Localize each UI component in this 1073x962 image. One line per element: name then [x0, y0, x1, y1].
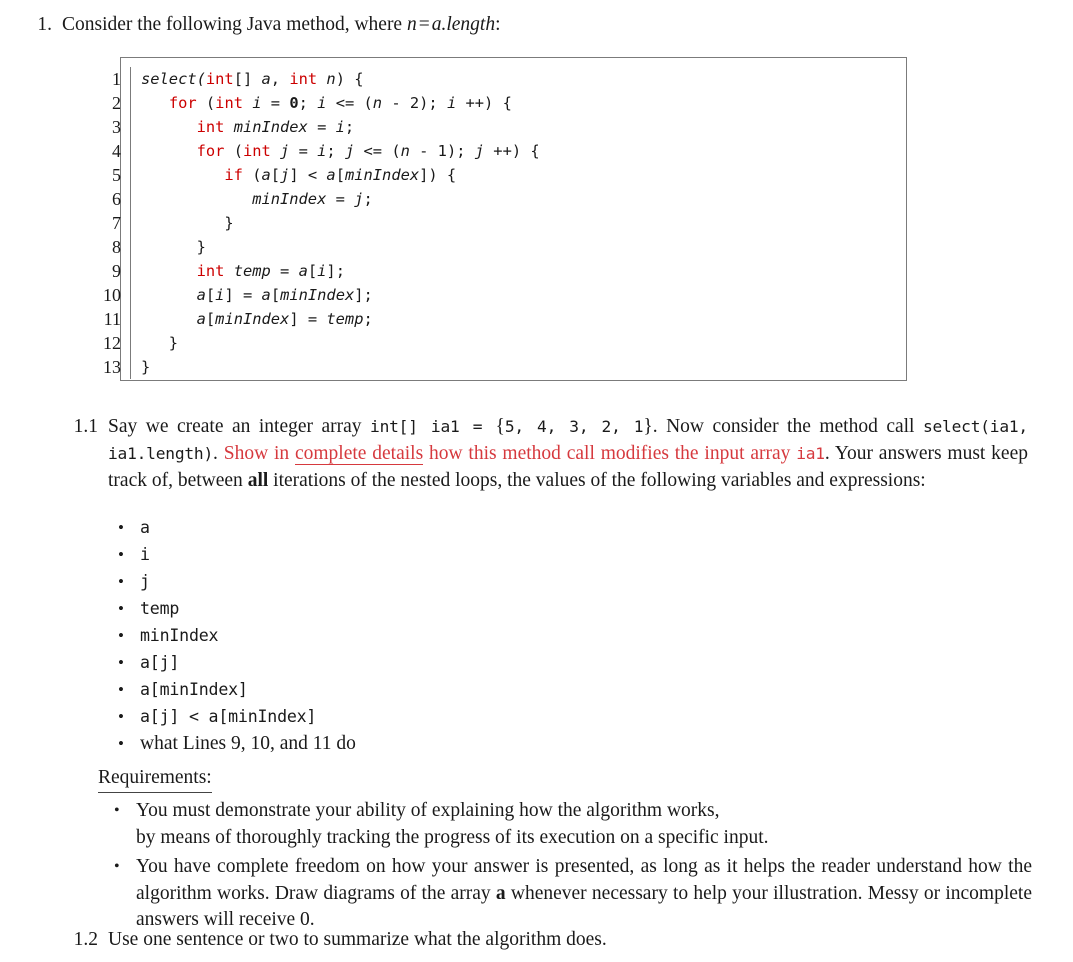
- variable-label: i: [140, 545, 150, 564]
- code-line-12: }: [141, 334, 179, 352]
- variable-list: a i j temp minIndex a[j] a[minIndex] a[j…: [118, 514, 356, 757]
- code-line-number: 1: [112, 69, 121, 89]
- math-equals: =: [418, 14, 430, 35]
- q11-code-declaration: int[] ia1 =: [370, 417, 496, 436]
- question-1-number: 1.: [37, 14, 52, 35]
- list-item: what Lines 9, 10, and 11 do: [118, 730, 356, 757]
- variable-label: a[minIndex]: [140, 680, 248, 699]
- requirement-1-line-2: by means of thoroughly tracking the prog…: [136, 826, 769, 848]
- q11-seg1: Say we create an integer array: [108, 416, 371, 437]
- list-item: You have complete freedom on how your an…: [112, 854, 1032, 934]
- list-item: a[j]: [118, 649, 356, 676]
- code-line-1: select(int[] a, int n) {: [141, 70, 364, 88]
- q11-red-code-ia1: ia1: [796, 444, 825, 463]
- list-item: a[minIndex]: [118, 676, 356, 703]
- q11-red-seg2: how this method call modifies the input …: [423, 443, 797, 464]
- math-var-n: n: [406, 14, 417, 35]
- requirements-list: You must demonstrate your ability of exp…: [112, 798, 1032, 937]
- code-line-6: minIndex = j;: [252, 190, 373, 208]
- q11-array-values: 5, 4, 3, 2, 1: [504, 417, 644, 436]
- list-item: j: [118, 568, 356, 595]
- question-1-2-body: Use one sentence or two to summarize wha…: [108, 929, 607, 950]
- question-1-2: 1.2 Use one sentence or two to summarize…: [40, 926, 1030, 953]
- q11-red-seg1: Show in: [223, 443, 295, 464]
- list-item: You must demonstrate your ability of exp…: [112, 798, 1032, 851]
- question-1-1: 1.1 Say we create an integer array int[]…: [40, 413, 1030, 494]
- code-line-number: 12: [103, 333, 121, 353]
- code-line-number: 4: [112, 141, 121, 161]
- variable-label: minIndex: [140, 626, 219, 645]
- variable-label: what Lines 9, 10, and 11 do: [140, 733, 356, 754]
- code-line-number: 10: [103, 285, 121, 305]
- code-line-number: 7: [112, 213, 121, 233]
- code-line-number: 5: [112, 165, 121, 185]
- code-line-9: int temp = a[i];: [196, 262, 345, 280]
- question-1-1-number: 1.1: [73, 416, 98, 437]
- code-line-number: 13: [103, 357, 121, 377]
- variable-label: temp: [140, 599, 180, 618]
- code-listing-inner: 1 2 3 4 5 6 7 8 9 10 11 12 13 select(int…: [103, 58, 906, 379]
- code-line-number: 3: [112, 117, 121, 137]
- requirements-title: Requirements:: [98, 765, 212, 793]
- question-1-text: Consider the following Java method, wher…: [52, 12, 501, 38]
- code-line-number: 9: [112, 261, 121, 281]
- variable-label: a: [140, 518, 150, 537]
- code-line-number: 11: [103, 309, 121, 329]
- q11-bold-all: all: [247, 470, 269, 491]
- question-1-1-body: Say we create an integer array int[] ia1…: [98, 413, 1028, 494]
- code-listing-box: 1 2 3 4 5 6 7 8 9 10 11 12 13 select(int…: [103, 57, 907, 381]
- list-item: temp: [118, 595, 356, 622]
- list-item: minIndex: [118, 622, 356, 649]
- code-line-7: }: [141, 214, 234, 232]
- code-line-4: for (int j = i; j <= (n - 1); j ++) {: [196, 142, 540, 160]
- variable-label: a[j] < a[minIndex]: [140, 707, 317, 726]
- code-line-10: a[i] = a[minIndex];: [196, 286, 373, 304]
- q11-seg5: iterations of the nested loops, the valu…: [268, 470, 926, 491]
- list-item: a: [118, 514, 356, 541]
- code-line-11: a[minIndex] = temp;: [196, 310, 373, 328]
- code-line-number-gutter: 1 2 3 4 5 6 7 8 9 10 11 12 13: [85, 67, 131, 379]
- list-item: i: [118, 541, 356, 568]
- requirement-2-bold-a: a: [495, 882, 506, 904]
- code-lines: select(int[] a, int n) { for (int i = 0;…: [131, 67, 540, 379]
- question-1-2-number: 1.2: [73, 929, 98, 950]
- code-line-5: if (a[j] < a[minIndex]) {: [224, 166, 457, 184]
- q11-brace-close: }: [643, 416, 653, 437]
- variable-label: a[j]: [140, 653, 180, 672]
- question-1-text-after: :: [495, 14, 501, 35]
- code-line-number: 8: [112, 237, 121, 257]
- question-1-heading: 1. Consider the following Java method, w…: [0, 12, 1030, 38]
- question-1-text-before: Consider the following Java method, wher…: [62, 14, 407, 35]
- code-line-3: int minIndex = i;: [196, 118, 355, 136]
- code-line-number: 6: [112, 189, 121, 209]
- math-a-length: a.length: [431, 14, 496, 35]
- q11-seg2: . Now consider the method call: [652, 416, 923, 437]
- variable-label: j: [140, 572, 150, 591]
- q11-brace-open: {: [495, 416, 505, 437]
- code-line-13: }: [141, 358, 151, 376]
- document-page: 1. Consider the following Java method, w…: [0, 0, 1073, 962]
- q11-seg3: .: [213, 443, 224, 464]
- list-item: a[j] < a[minIndex]: [118, 703, 356, 730]
- code-line-number: 2: [112, 93, 121, 113]
- q11-red-underlined: complete details: [294, 443, 424, 465]
- code-line-8: }: [141, 238, 206, 256]
- requirement-1-line-1: You must demonstrate your ability of exp…: [136, 800, 720, 821]
- code-line-2: for (int i = 0; i <= (n - 2); i ++) {: [168, 94, 512, 112]
